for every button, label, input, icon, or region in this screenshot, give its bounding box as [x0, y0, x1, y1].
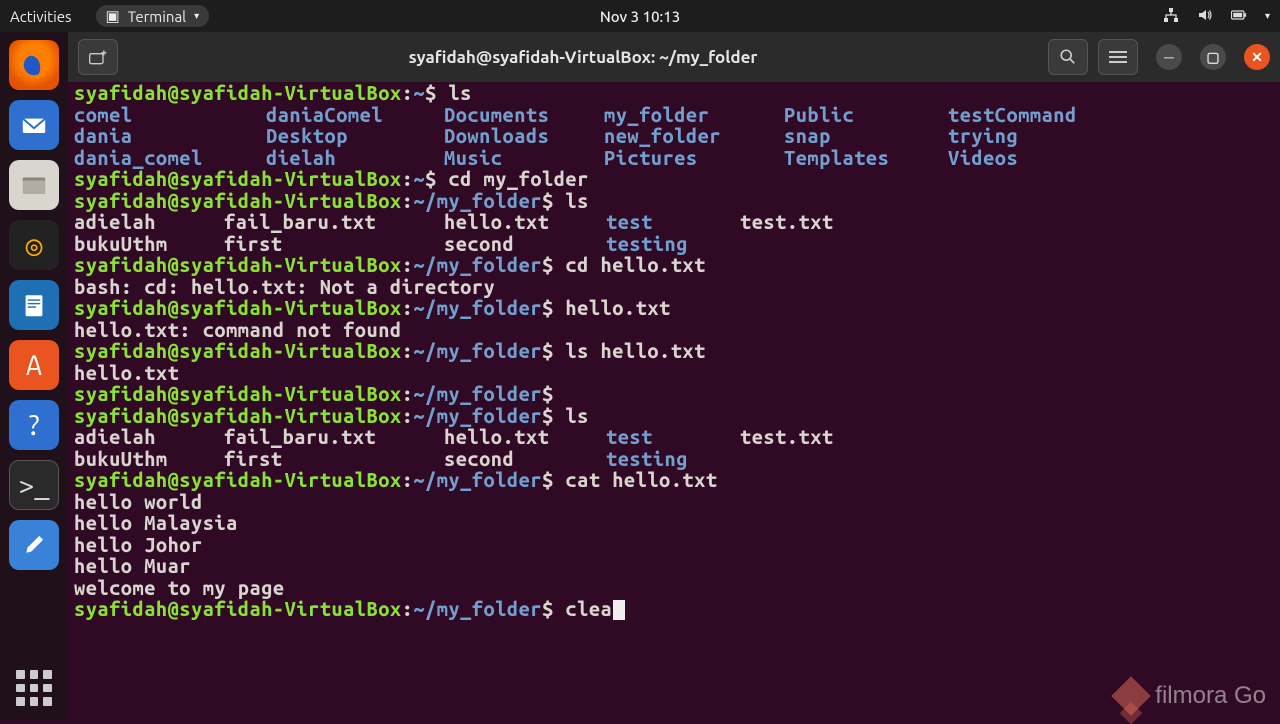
watermark-text: filmora Go: [1155, 682, 1266, 710]
dock-editor[interactable]: [9, 520, 59, 570]
dock-terminal[interactable]: >_: [9, 460, 59, 510]
minimize-button[interactable]: ─: [1156, 44, 1182, 70]
output-line: hello Muar: [74, 554, 191, 577]
output-line: welcome to my page: [74, 576, 285, 599]
show-applications[interactable]: [14, 668, 54, 708]
ls-row: dania_comeldielahMusicPicturesTemplatesV…: [74, 146, 1018, 169]
ls-row: comeldaniaComelDocumentsmy_folderPublict…: [74, 103, 1077, 126]
new-tab-button[interactable]: [78, 39, 118, 75]
window-title: syafidah@syafidah-VirtualBox: ~/my_folde…: [128, 48, 1038, 67]
clock[interactable]: Nov 3 10:13: [600, 8, 680, 25]
chevron-down-icon: ▾: [194, 10, 199, 22]
battery-icon[interactable]: [1231, 7, 1247, 26]
app-menu-label: Terminal: [128, 8, 186, 25]
ls-row: bukuUthmfirstsecondtesting: [74, 232, 740, 255]
search-button[interactable]: [1048, 39, 1088, 75]
terminal-window: syafidah@syafidah-VirtualBox: ~/my_folde…: [68, 32, 1280, 720]
network-icon[interactable]: [1163, 7, 1179, 26]
maximize-button[interactable]: ▢: [1200, 44, 1226, 70]
output-line: hello world: [74, 490, 203, 513]
terminal-icon: ▣: [106, 7, 120, 25]
activities-button[interactable]: Activities: [10, 8, 72, 25]
titlebar: syafidah@syafidah-VirtualBox: ~/my_folde…: [68, 32, 1280, 82]
dock-thunderbird[interactable]: [9, 100, 59, 150]
dock-libreoffice[interactable]: [9, 280, 59, 330]
gnome-topbar: Activities ▣ Terminal ▾ Nov 3 10:13 ▾: [0, 0, 1280, 32]
ls-row: bukuUthmfirstsecondtesting: [74, 447, 740, 470]
output-line: hello Malaysia: [74, 511, 238, 534]
ls-row: adielahfail_baru.txthello.txttesttest.tx…: [74, 210, 834, 233]
close-button[interactable]: ✕: [1244, 44, 1270, 70]
filmora-icon: [1111, 676, 1151, 716]
dock-files[interactable]: [9, 160, 59, 210]
terminal-content[interactable]: syafidah@syafidah-VirtualBox:~$ ls comel…: [68, 82, 1280, 720]
menu-button[interactable]: [1098, 39, 1138, 75]
ls-row: daniaDesktopDownloadsnew_foldersnaptryin…: [74, 124, 1018, 147]
volume-icon[interactable]: [1197, 7, 1213, 26]
dock-software[interactable]: A: [9, 340, 59, 390]
watermark: filmora Go: [1117, 682, 1266, 710]
dock-rhythmbox[interactable]: ◎: [9, 220, 59, 270]
cursor: [613, 600, 625, 620]
dock-help[interactable]: ?: [9, 400, 59, 450]
error-line: hello.txt: command not found: [74, 318, 402, 341]
output-line: hello Johor: [74, 533, 203, 556]
chevron-down-icon[interactable]: ▾: [1265, 10, 1270, 22]
ls-row: adielahfail_baru.txthello.txttesttest.tx…: [74, 425, 834, 448]
error-line: bash: cd: hello.txt: Not a directory: [74, 275, 495, 298]
dock-firefox[interactable]: [9, 40, 59, 90]
output-line: hello.txt: [74, 361, 179, 384]
dock: ◎ A ? >_: [0, 32, 68, 720]
app-menu[interactable]: ▣ Terminal ▾: [96, 5, 210, 27]
